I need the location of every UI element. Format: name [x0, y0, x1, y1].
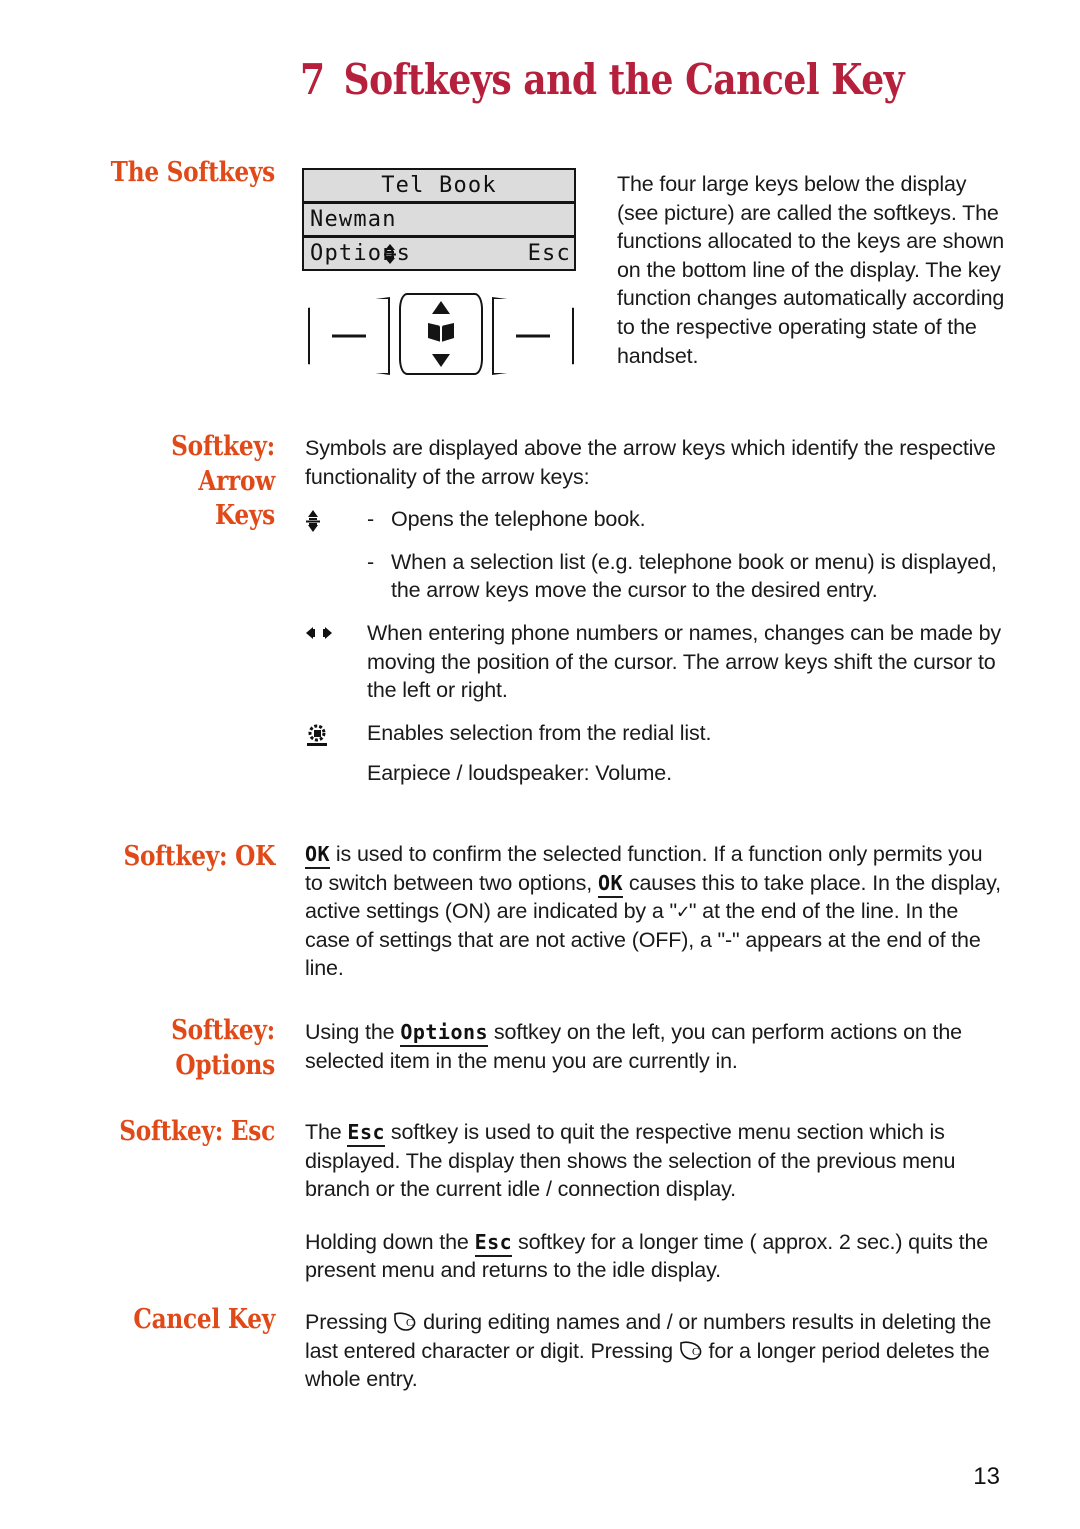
- right-softkey-button: [492, 297, 574, 375]
- softkey-ok-paragraph: OK is used to confirm the selected funct…: [305, 840, 1005, 983]
- heading-arrow-keys-line2: Keys: [215, 500, 275, 532]
- heading-options-line2: Options: [175, 1049, 275, 1081]
- heading-arrow-keys-line1: Softkey: Arrow: [171, 431, 275, 497]
- list-item: Enables selection from the redial list.: [305, 719, 1005, 749]
- cancel-key-icon: C: [679, 1340, 703, 1362]
- list-item-body: - Opens the telephone book.: [367, 505, 1005, 534]
- softkey-esc-body-text: The Esc softkey is used to quit the resp…: [305, 1118, 1005, 1285]
- softkey-buttons-illustration: [302, 293, 580, 375]
- list-item: When entering phone numbers or names, ch…: [305, 619, 1005, 705]
- left-softkey-button: [308, 297, 390, 375]
- svg-text:C: C: [406, 1317, 413, 1329]
- page-title: 7 Softkeys and the Cancel Key: [300, 55, 905, 104]
- esc-p2-text-a: Holding down the: [305, 1229, 475, 1254]
- left-softkey-dash-icon: [332, 334, 366, 338]
- lcd-softkey-right: Esc: [527, 241, 571, 266]
- leftright-arrow-pixel-icon: [305, 619, 367, 705]
- arrow-keys-trailing-line: Earpiece / loudspeaker: Volume.: [305, 759, 1005, 788]
- arrow-keys-trailing-text: Earpiece / loudspeaker: Volume.: [367, 760, 672, 785]
- down-arrow-icon: [432, 354, 450, 367]
- heading-softkey-ok: Softkey: OK: [123, 841, 275, 872]
- page-number: 13: [973, 1463, 1000, 1490]
- options-text-a: Using the: [305, 1020, 401, 1044]
- list-item-text: When entering phone numbers or names, ch…: [367, 620, 1002, 703]
- heading-cancel-key: Cancel Key: [133, 1304, 275, 1335]
- handset-figure: Tel Book Newman Options Esc: [302, 168, 580, 375]
- list-item-body: Enables selection from the redial list.: [367, 719, 1005, 749]
- svg-text:C: C: [692, 1346, 699, 1358]
- softkey-esc-paragraph-2: Holding down the Esc softkey for a longe…: [305, 1228, 1005, 1285]
- no-icon-spacer: [305, 759, 367, 788]
- cancel-key-paragraph: Pressing C during editing names and / or…: [305, 1308, 1005, 1394]
- cancel-key-icon: C: [393, 1311, 417, 1333]
- esc-p1-text-a: The: [305, 1120, 348, 1144]
- chapter-title-text: Softkeys and the Cancel Key: [343, 55, 905, 104]
- esc-softkey-label: Esc: [474, 1229, 513, 1257]
- telephone-book-icon: [426, 322, 456, 346]
- lcd-softkey-line: Options Esc: [304, 238, 574, 269]
- arrow-keys-body-text: Symbols are displayed above the arrow ke…: [305, 434, 1005, 801]
- esc-softkey-label: Esc: [347, 1120, 386, 1147]
- options-softkey-label: Options: [400, 1020, 489, 1047]
- no-icon-spacer: [305, 548, 367, 605]
- up-arrow-icon: [432, 301, 450, 314]
- cancel-text-a: Pressing: [305, 1310, 394, 1334]
- list-item-text: Opens the telephone book.: [391, 507, 646, 532]
- list-item: - When a selection list (e.g. telephone …: [305, 548, 1005, 605]
- softkey-options-paragraph: Using the Options softkey on the left, y…: [305, 1018, 1015, 1075]
- document-page: 7 Softkeys and the Cancel Key The Softkey…: [0, 0, 1080, 1529]
- list-dash: -: [367, 507, 375, 532]
- list-item-body: - When a selection list (e.g. telephone …: [367, 548, 1005, 605]
- checkmark-pixel-icon: ✓: [676, 899, 689, 924]
- chapter-number: 7: [300, 55, 325, 104]
- list-item: - Opens the telephone book.: [305, 505, 1005, 534]
- ok-softkey-label: OK: [597, 870, 624, 898]
- softkeys-paragraph: The four large keys below the display (s…: [617, 172, 1005, 368]
- middle-navigation-key: [399, 293, 483, 375]
- heading-softkey-options: Softkey: Options: [110, 1014, 275, 1083]
- list-item-body: When entering phone numbers or names, ch…: [367, 619, 1005, 705]
- softkeys-body-text: The four large keys below the display (s…: [617, 170, 1012, 370]
- softkey-esc-paragraph-1: The Esc softkey is used to quit the resp…: [305, 1118, 1005, 1204]
- heading-options-line1: Softkey:: [171, 1015, 275, 1046]
- heading-softkey-esc: Softkey: Esc: [119, 1116, 275, 1147]
- list-item-text: When a selection list (e.g. telephone bo…: [391, 549, 997, 603]
- cancel-key-body-text: Pressing C during editing names and / or…: [305, 1308, 1005, 1394]
- heading-softkey-arrow-keys: Softkey: Arrow Keys: [110, 430, 275, 534]
- ok-softkey-label: OK: [305, 842, 331, 869]
- updown-arrow-pixel-icon: [305, 505, 367, 534]
- list-dash: -: [367, 549, 375, 574]
- redial-pixel-icon: [305, 719, 367, 749]
- softkey-ok-body-text: OK is used to confirm the selected funct…: [305, 840, 1005, 983]
- right-softkey-dash-icon: [516, 334, 550, 338]
- lcd-display: Tel Book Newman Options Esc: [302, 168, 576, 271]
- arrow-keys-intro: Symbols are displayed above the arrow ke…: [305, 436, 996, 489]
- esc-p1-text-b: softkey is used to quit the respective m…: [305, 1120, 956, 1202]
- softkey-options-body-text: Using the Options softkey on the left, y…: [305, 1018, 1015, 1075]
- list-item-text: Enables selection from the redial list.: [367, 720, 712, 745]
- heading-the-softkeys: The Softkeys: [110, 157, 276, 188]
